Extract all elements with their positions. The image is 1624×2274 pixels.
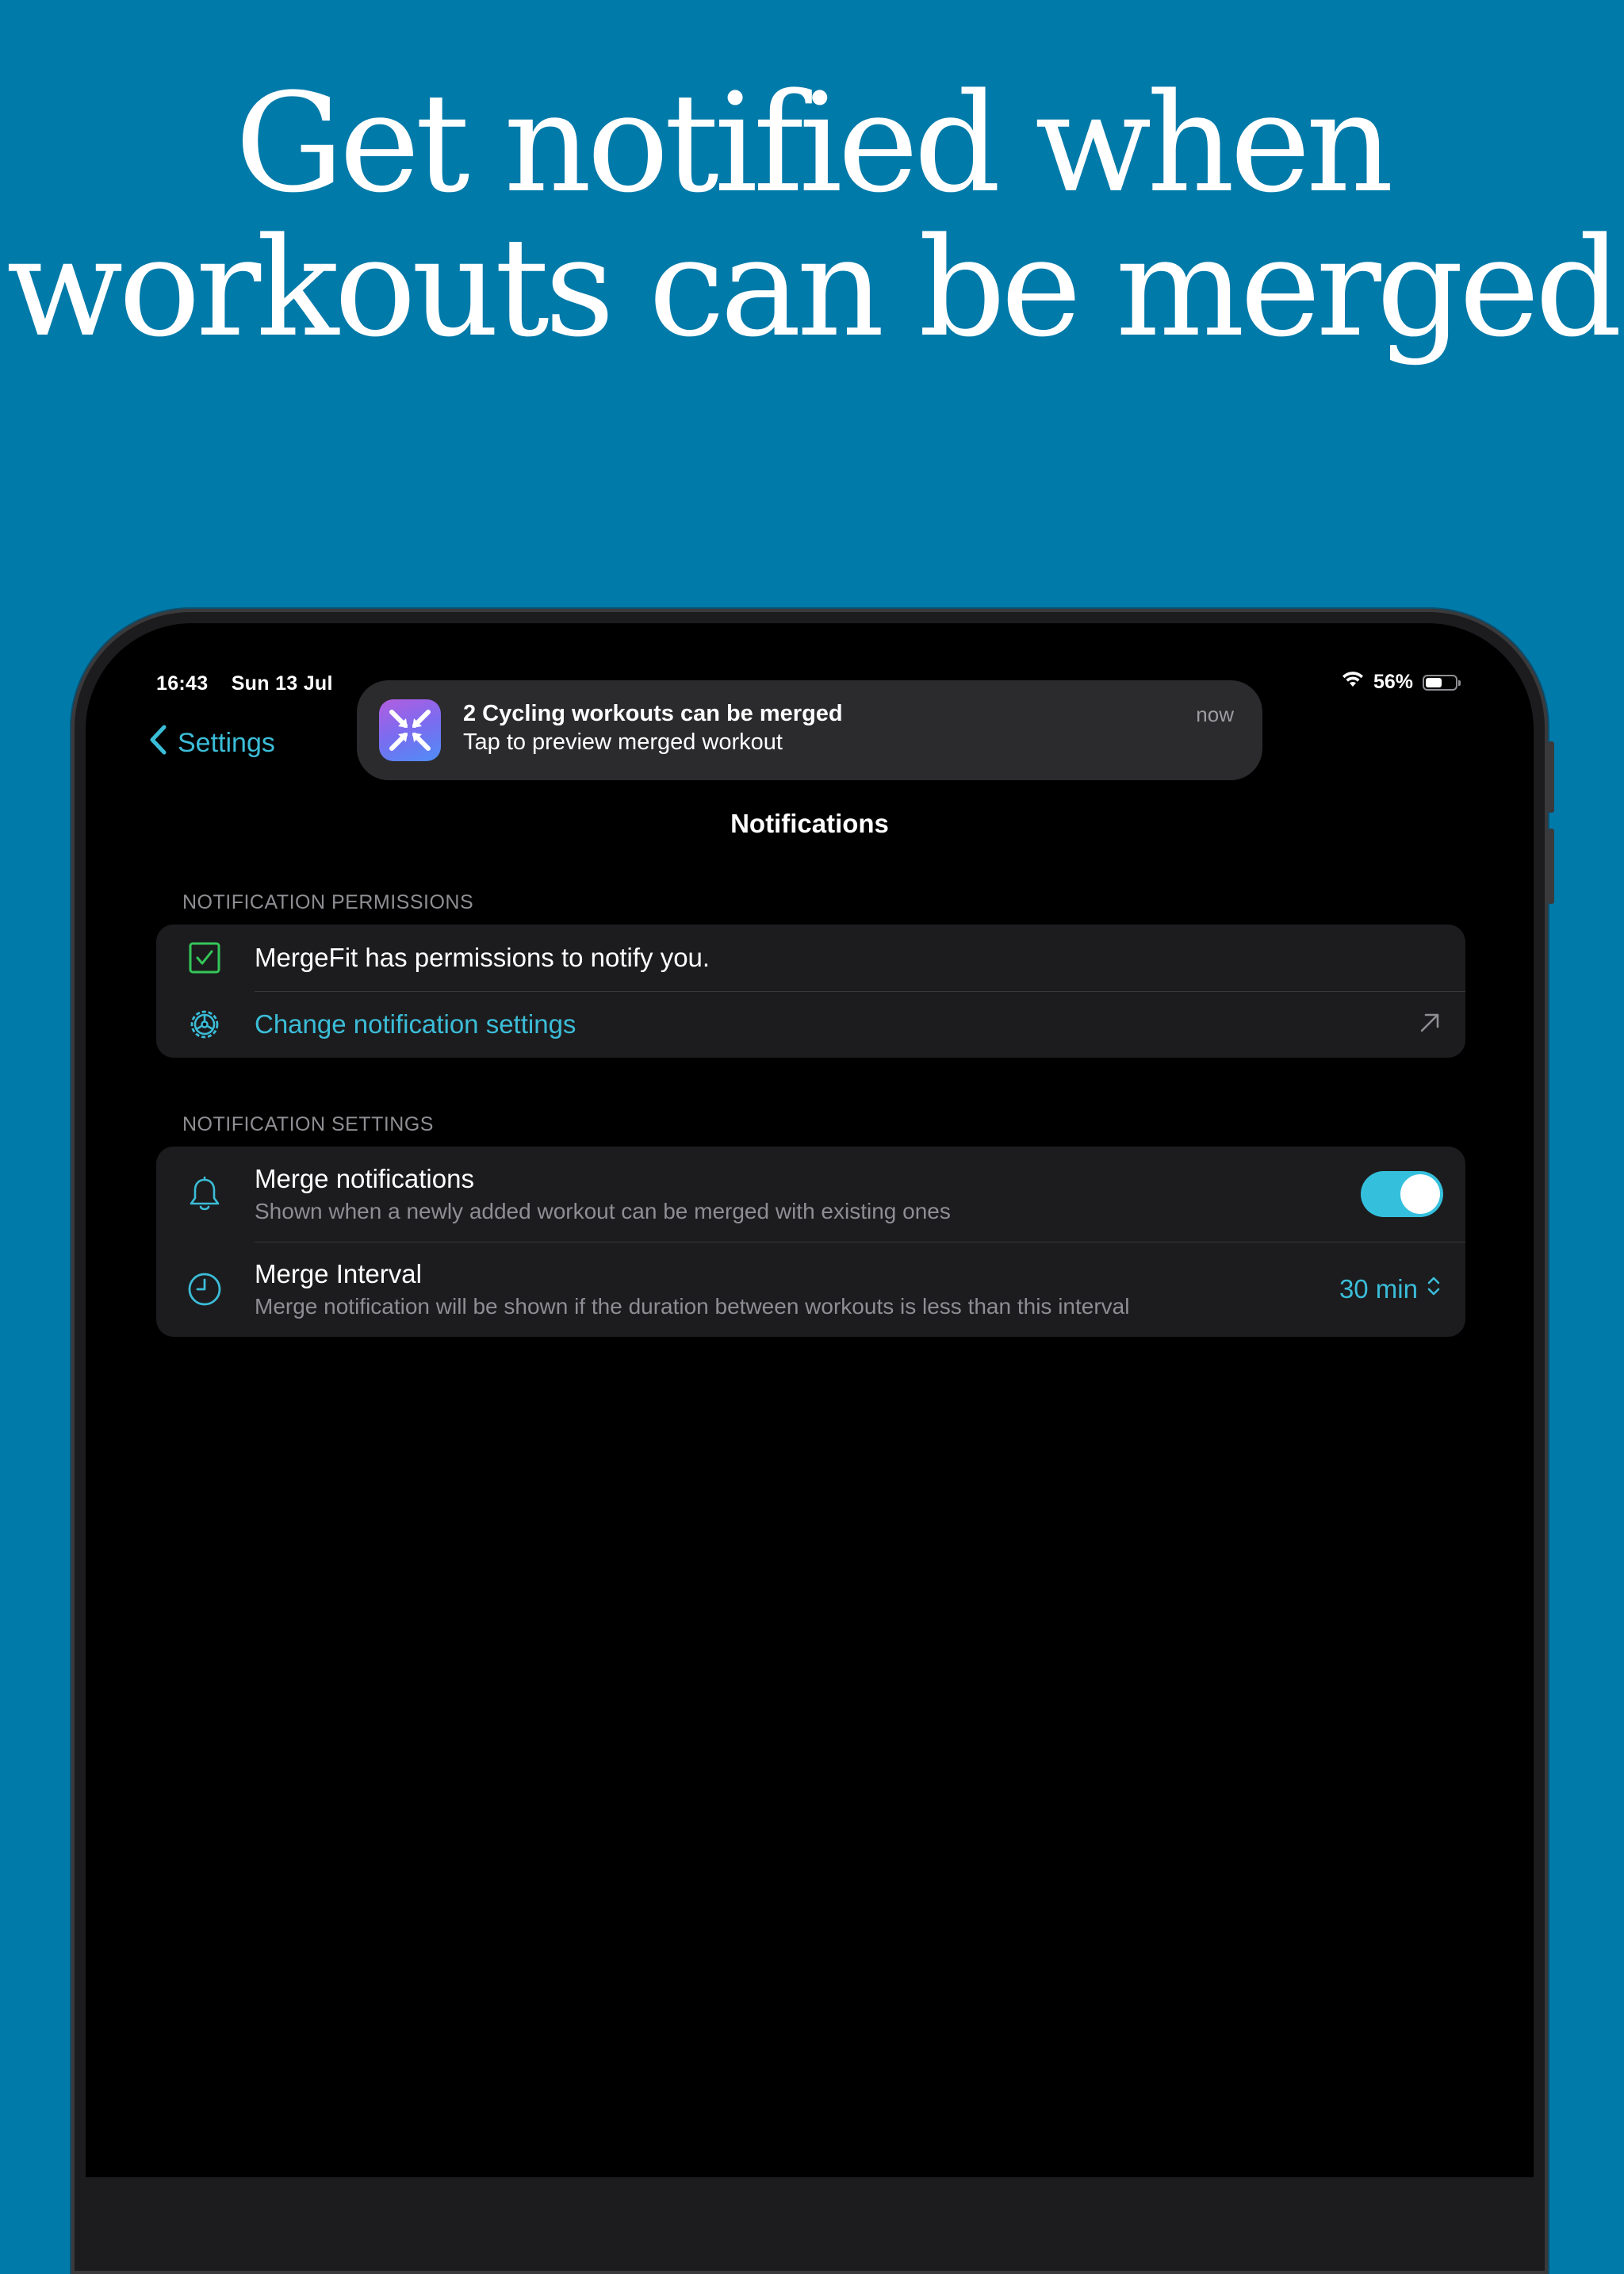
volume-up-button bbox=[1548, 741, 1554, 813]
notification-body: Tap to preview merged workout bbox=[463, 729, 783, 755]
merge-interval-subtitle: Merge notification will be shown if the … bbox=[255, 1294, 1130, 1319]
notification-time: now bbox=[1196, 702, 1234, 726]
permissions-group: MergeFit has permissions to notify you. … bbox=[156, 925, 1465, 1058]
volume-down-button bbox=[1548, 829, 1554, 904]
battery-level bbox=[1426, 677, 1442, 687]
change-notification-settings-link[interactable]: Change notification settings bbox=[255, 1009, 1291, 1039]
status-date: Sun 13 Jul bbox=[231, 672, 333, 695]
battery-percent: 56% bbox=[1373, 671, 1413, 693]
settings-group: Merge notifications Shown when a newly a… bbox=[156, 1147, 1465, 1337]
battery-icon bbox=[1423, 674, 1461, 691]
bell-icon bbox=[186, 1176, 223, 1212]
notification-title: 2 Cycling workouts can be merged bbox=[463, 701, 843, 726]
external-link-arrow-icon bbox=[1418, 1011, 1442, 1039]
merge-arrows-icon bbox=[389, 710, 431, 751]
permission-status-text: MergeFit has permissions to notify you. bbox=[255, 943, 710, 972]
headline: Get notified when workouts can be merged bbox=[0, 71, 1624, 360]
status-bar-left: 16:43 Sun 13 Jul bbox=[156, 672, 333, 695]
headline-line-1: Get notified when bbox=[235, 63, 1393, 223]
page-title: Notifications bbox=[730, 809, 889, 838]
wifi-icon bbox=[1342, 671, 1364, 694]
permission-status-row: MergeFit has permissions to notify you. bbox=[156, 925, 1465, 991]
app-icon bbox=[379, 699, 441, 761]
merge-interval-picker[interactable]: 30 min bbox=[1339, 1274, 1442, 1304]
merge-notifications-toggle[interactable] bbox=[1361, 1171, 1443, 1217]
back-button[interactable]: Settings bbox=[149, 725, 275, 762]
merge-interval-row[interactable]: Merge Interval Merge notification will b… bbox=[156, 1242, 1465, 1337]
tablet-screen: 16:43 Sun 13 Jul 56% Settings Notificati… bbox=[86, 623, 1534, 2177]
merge-notifications-subtitle: Shown when a newly added workout can be … bbox=[255, 1199, 951, 1223]
up-down-chevron-icon bbox=[1426, 1274, 1442, 1304]
headline-line-2: workouts can be merged bbox=[6, 208, 1622, 367]
clock-icon bbox=[186, 1271, 223, 1307]
merge-interval-title: Merge Interval bbox=[255, 1259, 422, 1288]
section-header-permissions: NOTIFICATION PERMISSIONS bbox=[182, 891, 474, 913]
merge-notifications-title: Merge notifications bbox=[255, 1164, 474, 1193]
notification-banner[interactable]: 2 Cycling workouts can be merged Tap to … bbox=[357, 680, 1262, 780]
merge-notifications-row: Merge notifications Shown when a newly a… bbox=[156, 1147, 1465, 1242]
toggle-knob bbox=[1400, 1174, 1440, 1214]
gear-icon bbox=[186, 1006, 223, 1043]
change-notification-settings-row[interactable]: Change notification settings bbox=[156, 991, 1465, 1058]
back-label: Settings bbox=[178, 728, 275, 758]
section-header-settings: NOTIFICATION SETTINGS bbox=[182, 1113, 434, 1135]
status-time: 16:43 bbox=[156, 672, 209, 695]
checkbox-checked-icon bbox=[186, 940, 223, 976]
chevron-left-icon bbox=[149, 725, 167, 762]
status-bar-right: 56% bbox=[1342, 671, 1461, 694]
merge-interval-value: 30 min bbox=[1339, 1274, 1418, 1304]
